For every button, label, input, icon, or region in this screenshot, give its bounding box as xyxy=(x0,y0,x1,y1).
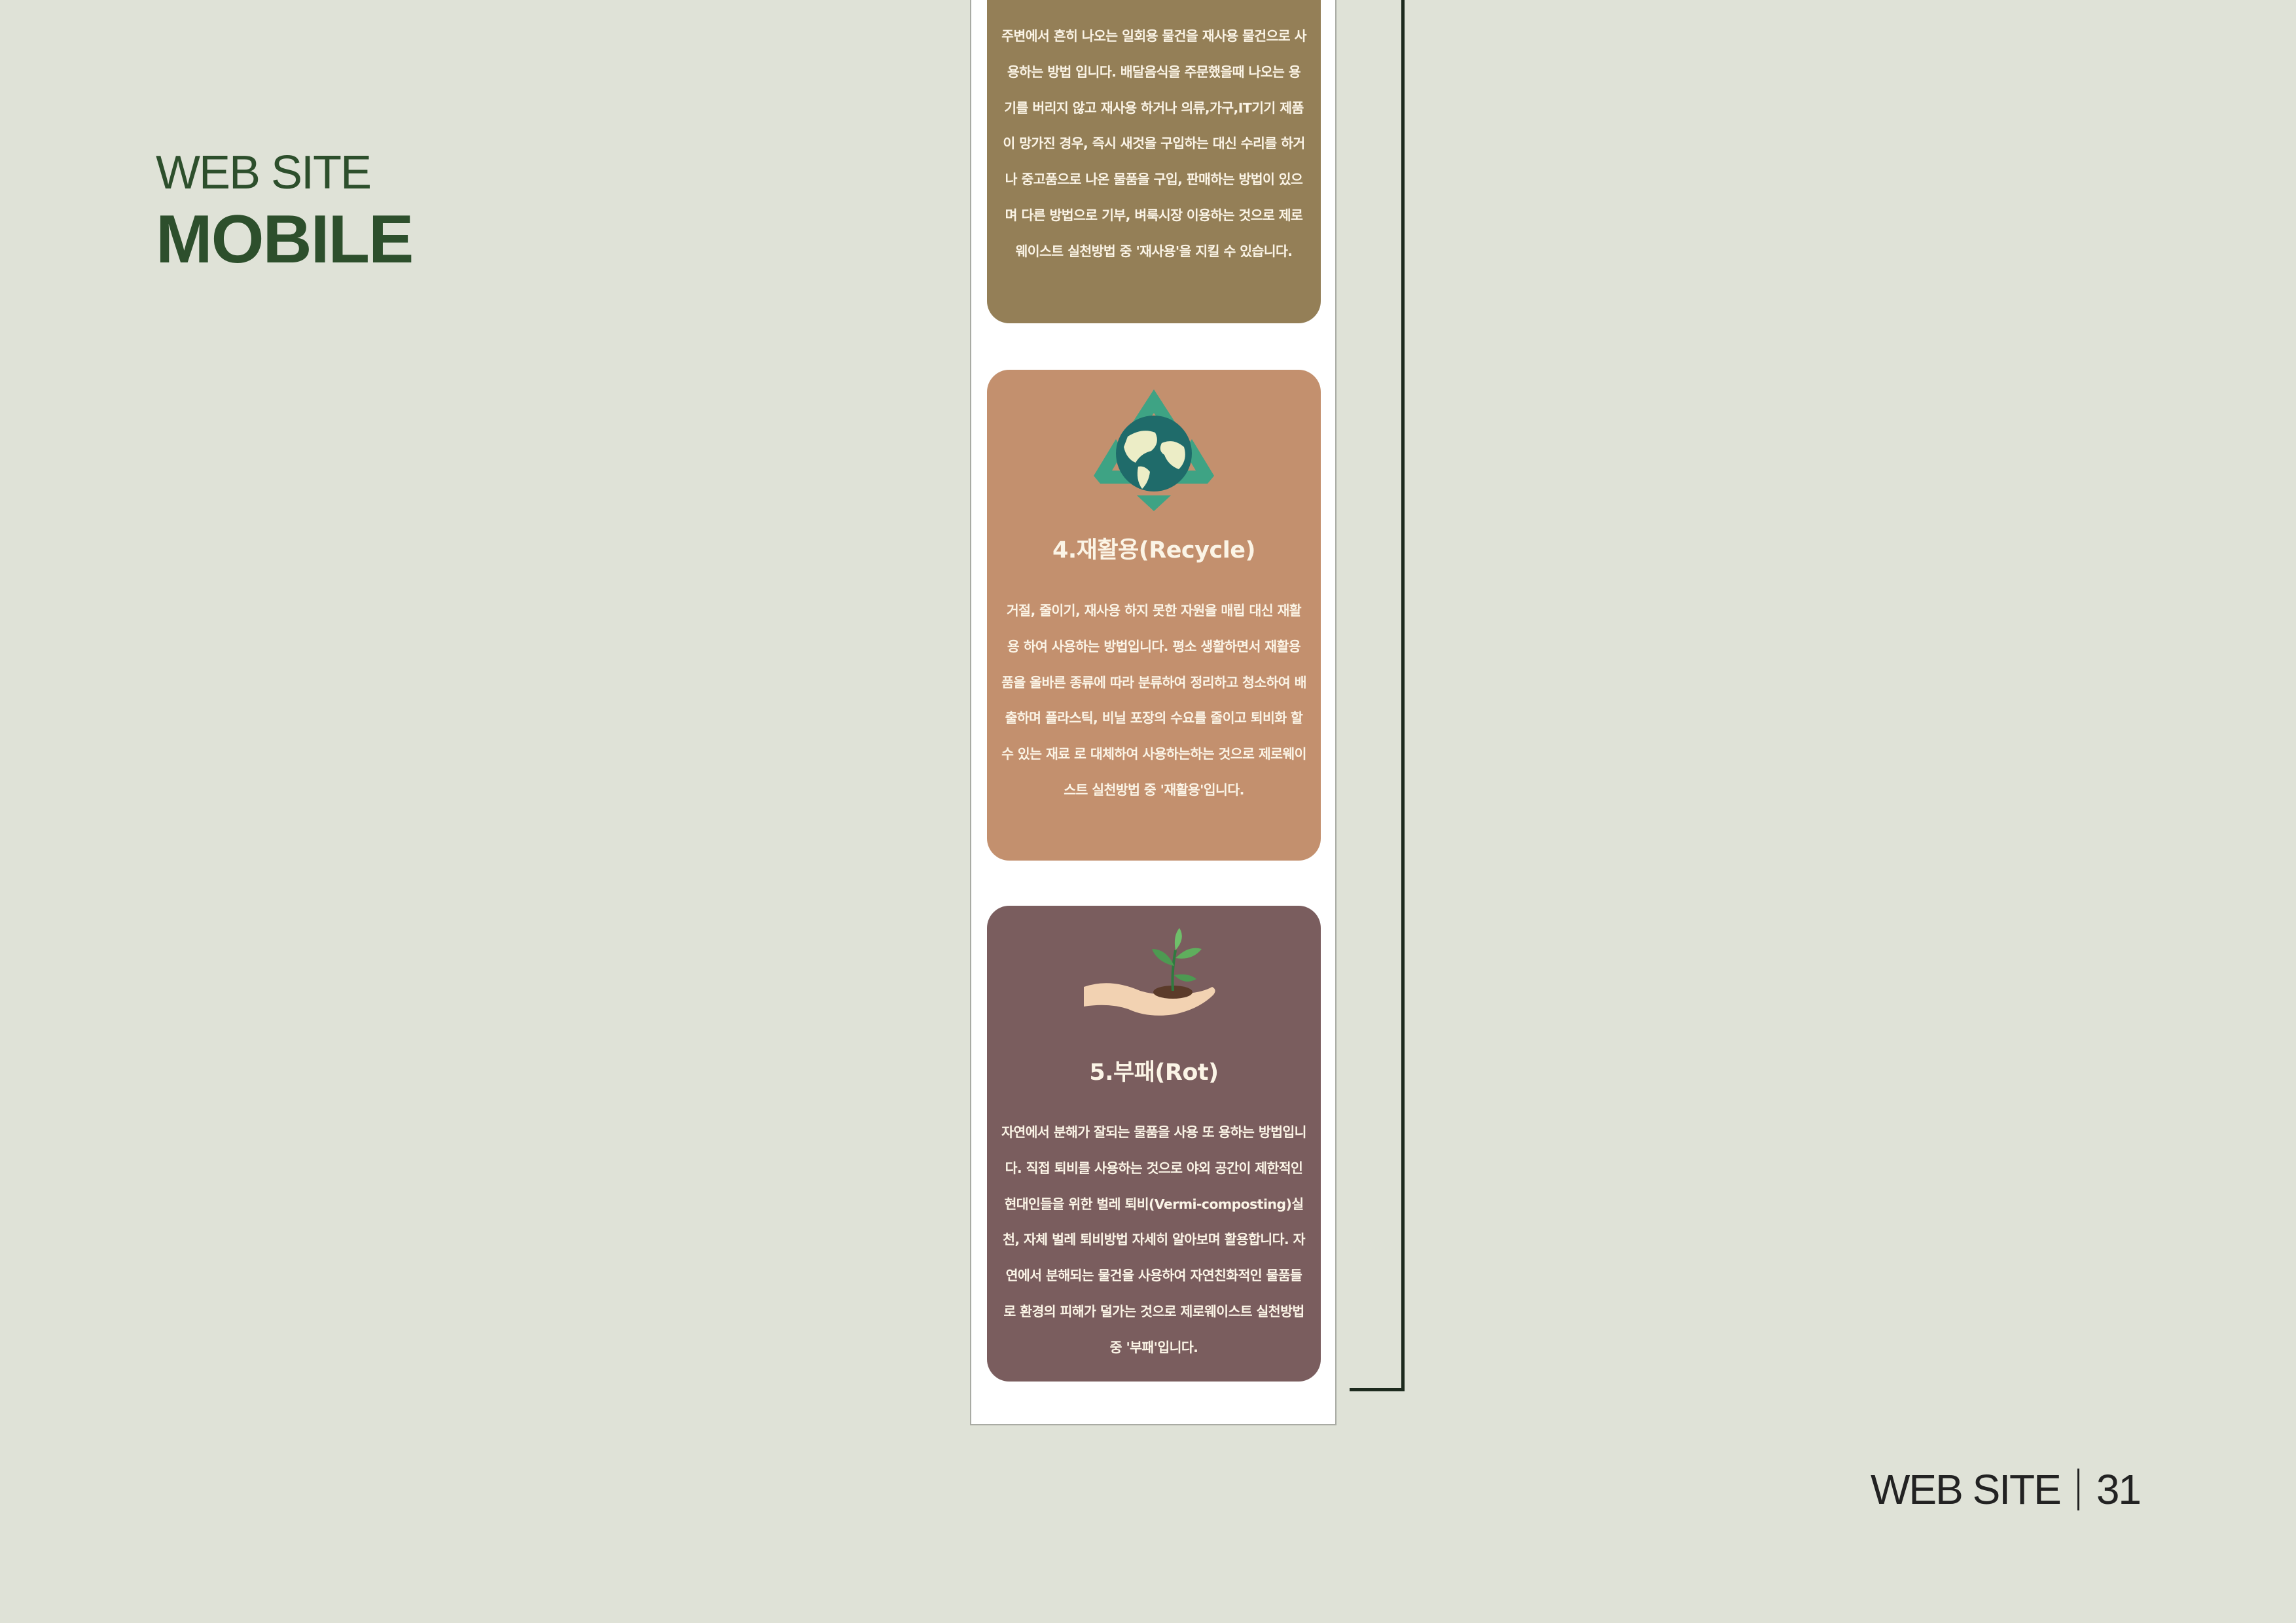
page-number: 31 xyxy=(2096,1466,2142,1513)
heading-main: MOBILE xyxy=(156,202,414,277)
card-recycle: 4.재활용(Recycle) 거절, 줄이기, 재사용 하지 못한 자원을 매립… xyxy=(987,370,1321,861)
footer-section-label: WEB SITE xyxy=(1871,1466,2062,1513)
card-rot-text: 자연에서 분해가 잘되는 물품을 사용 또 용하는 방법입니다. 직접 퇴비를 … xyxy=(1001,1124,1306,1355)
bracket-line-horizontal xyxy=(1350,1388,1405,1391)
card-reuse-text: 주변에서 흔히 나오는 일회용 물건을 재사용 물건으로 사용하는 방법 입니다… xyxy=(1001,28,1306,259)
card-reuse: 주변에서 흔히 나오는 일회용 물건을 재사용 물건으로 사용하는 방법 입니다… xyxy=(987,0,1321,323)
card-recycle-title: 4.재활용(Recycle) xyxy=(1052,537,1255,563)
card-rot-title: 5.부패(Rot) xyxy=(1089,1060,1219,1086)
hand-sprout-icon xyxy=(1084,928,1215,1016)
section-heading: WEB SITE MOBILE xyxy=(156,147,414,277)
card-recycle-text: 거절, 줄이기, 재사용 하지 못한 자원을 매립 대신 재활용 하여 사용하는… xyxy=(1001,603,1306,798)
card-rot: 5.부패(Rot) 자연에서 분해가 잘되는 물품을 사용 또 용하는 방법입니… xyxy=(987,906,1321,1382)
heading-sub: WEB SITE xyxy=(156,147,372,199)
recycle-globe-icon xyxy=(1094,389,1214,511)
mobile-screen-mockup: 주변에서 흔히 나오는 일회용 물건을 재사용 물건으로 사용하는 방법 입니다… xyxy=(970,0,1336,1425)
page-footer: WEB SITE 31 xyxy=(1871,1466,2142,1513)
footer-divider xyxy=(2077,1469,2079,1510)
bracket-line-vertical xyxy=(1401,0,1405,1391)
